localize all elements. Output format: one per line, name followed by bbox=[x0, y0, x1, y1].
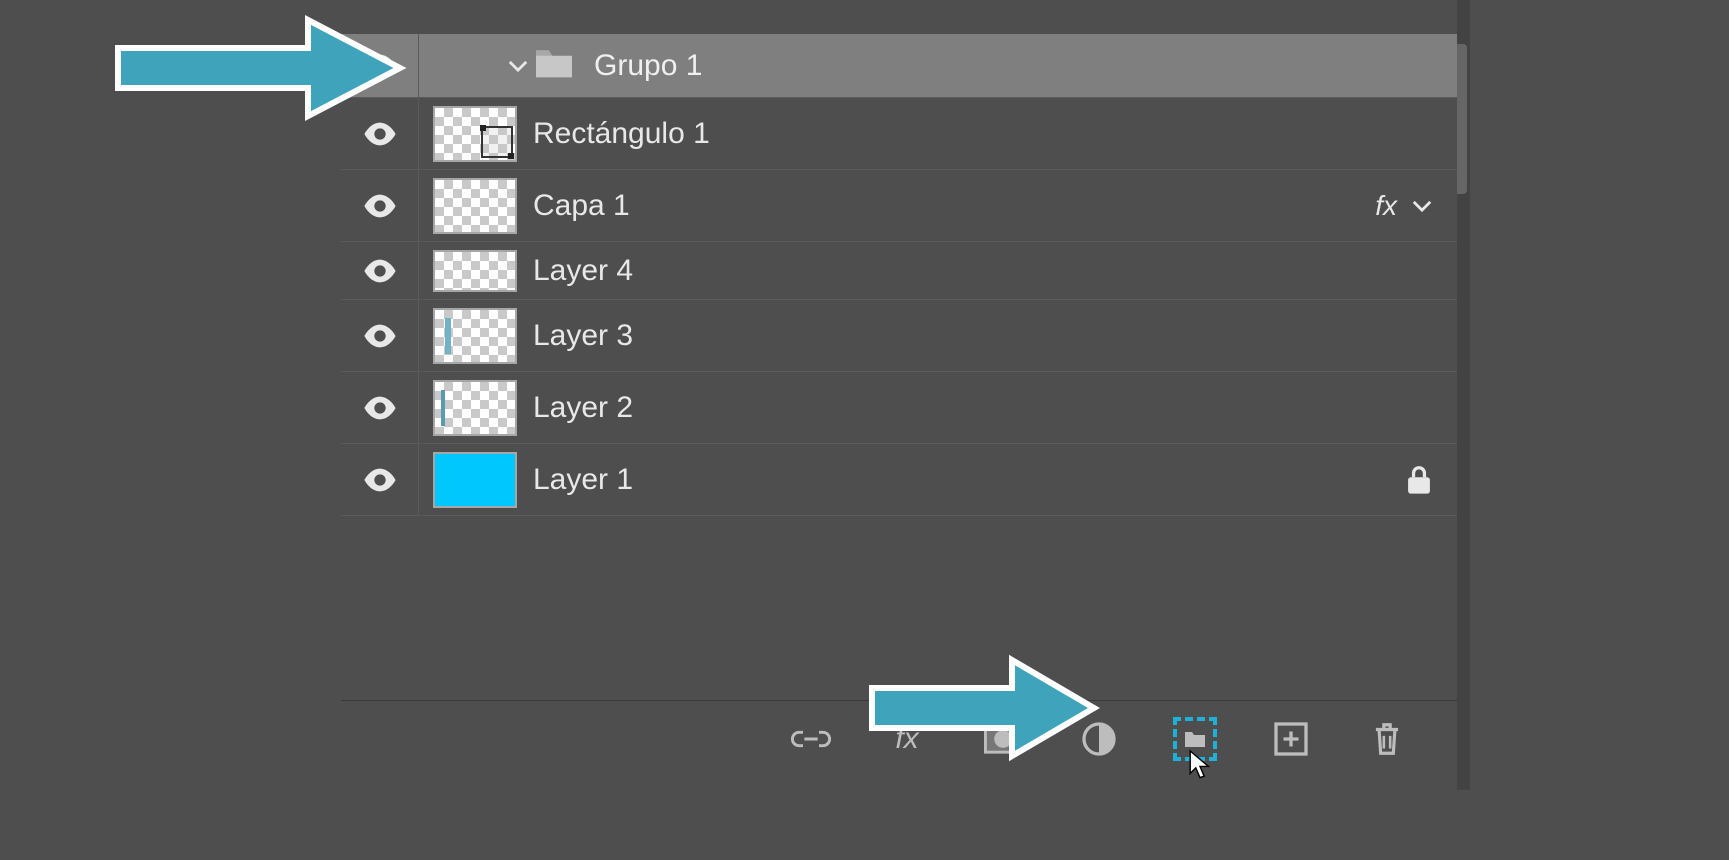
delete-layer-button[interactable] bbox=[1365, 717, 1409, 761]
layer-group-row[interactable]: Grupo 1 bbox=[341, 34, 1457, 98]
visibility-toggle[interactable] bbox=[341, 444, 419, 515]
folder-icon bbox=[532, 45, 576, 86]
layer-thumbnail[interactable] bbox=[433, 250, 517, 292]
layer-style-button[interactable]: fx bbox=[885, 717, 929, 761]
layer-thumbnail[interactable] bbox=[433, 106, 517, 162]
layers-bottom-bar: fx bbox=[341, 700, 1457, 776]
eye-icon bbox=[363, 324, 397, 348]
visibility-toggle[interactable] bbox=[341, 372, 419, 443]
visibility-toggle[interactable] bbox=[341, 300, 419, 371]
visibility-toggle[interactable] bbox=[341, 170, 419, 241]
layer-row[interactable]: Layer 3 bbox=[341, 300, 1457, 372]
eye-icon bbox=[363, 468, 397, 492]
new-layer-icon bbox=[1273, 721, 1309, 757]
layer-name[interactable]: Capa 1 bbox=[533, 189, 1375, 223]
layer-name[interactable]: Layer 2 bbox=[533, 391, 1457, 425]
layer-row[interactable]: Layer 1 bbox=[341, 444, 1457, 516]
visibility-toggle[interactable] bbox=[341, 34, 419, 97]
group-name[interactable]: Grupo 1 bbox=[594, 49, 1457, 83]
layers-panel: Grupo 1 Rectángulo 1 Capa 1 bbox=[341, 0, 1457, 790]
layer-name[interactable]: Layer 1 bbox=[533, 463, 1405, 497]
link-icon bbox=[791, 726, 831, 752]
layer-thumbnail[interactable] bbox=[433, 308, 517, 364]
eye-icon bbox=[363, 122, 397, 146]
layer-name[interactable]: Layer 4 bbox=[533, 254, 1457, 288]
adjustment-layer-button[interactable] bbox=[1077, 717, 1121, 761]
eye-icon bbox=[363, 54, 397, 78]
layer-name[interactable]: Rectángulo 1 bbox=[533, 117, 1457, 151]
chevron-down-icon bbox=[507, 55, 529, 77]
layer-thumbnail[interactable] bbox=[433, 452, 517, 508]
layer-mask-button[interactable] bbox=[981, 717, 1025, 761]
eye-icon bbox=[363, 194, 397, 218]
mask-icon bbox=[984, 724, 1022, 754]
cursor-icon bbox=[1186, 748, 1214, 782]
adjustment-icon bbox=[1081, 721, 1117, 757]
lock-icon[interactable] bbox=[1405, 465, 1433, 495]
layer-row[interactable]: Capa 1 fx bbox=[341, 170, 1457, 242]
fx-icon: fx bbox=[895, 722, 918, 756]
layer-name[interactable]: Layer 3 bbox=[533, 319, 1457, 353]
eye-icon bbox=[363, 396, 397, 420]
layer-thumbnail[interactable] bbox=[433, 380, 517, 436]
layer-effects-badge[interactable]: fx bbox=[1375, 190, 1397, 222]
link-layers-button[interactable] bbox=[789, 717, 833, 761]
layer-row[interactable]: Layer 4 bbox=[341, 242, 1457, 300]
chevron-down-icon[interactable] bbox=[1411, 195, 1433, 217]
expand-toggle[interactable] bbox=[504, 55, 532, 77]
layer-row[interactable]: Rectángulo 1 bbox=[341, 98, 1457, 170]
layer-list: Grupo 1 Rectángulo 1 Capa 1 bbox=[341, 34, 1457, 516]
layer-row[interactable]: Layer 2 bbox=[341, 372, 1457, 444]
eye-icon bbox=[363, 259, 397, 283]
trash-icon bbox=[1371, 720, 1403, 758]
visibility-toggle[interactable] bbox=[341, 98, 419, 169]
layer-thumbnail[interactable] bbox=[433, 178, 517, 234]
new-layer-button[interactable] bbox=[1269, 717, 1313, 761]
visibility-toggle[interactable] bbox=[341, 242, 419, 299]
